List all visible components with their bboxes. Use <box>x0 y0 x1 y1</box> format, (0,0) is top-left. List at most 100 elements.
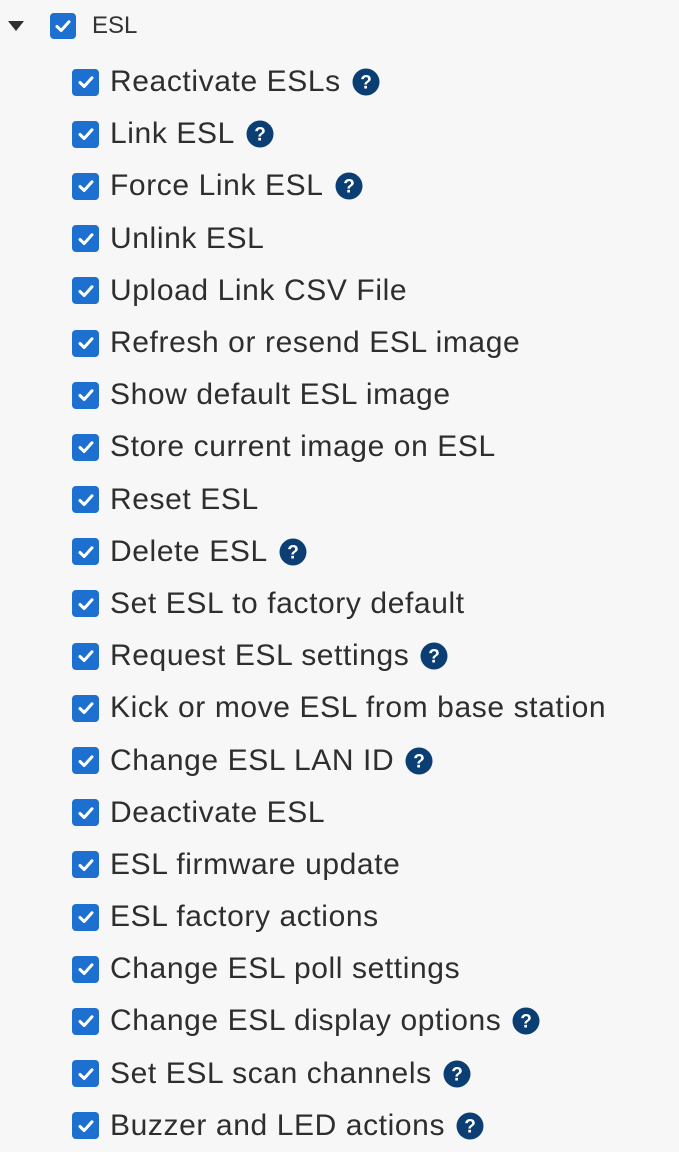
checkmark-icon <box>78 911 93 924</box>
permission-tree: ESL Reactivate ESLs? Link ESL? Force Link … <box>0 0 679 1141</box>
svg-text:?: ? <box>413 751 425 772</box>
question-circle-icon[interactable]: ? <box>278 537 308 567</box>
checkmark-icon <box>78 650 93 663</box>
permission-item-force-link-esl[interactable]: Force Link ESL? <box>72 160 679 212</box>
permission-checkbox[interactable] <box>72 955 99 983</box>
checkmark-icon <box>78 1015 93 1028</box>
checkmark-icon <box>78 337 93 350</box>
checkmark-icon <box>78 807 93 819</box>
permission-item-buzzer-and-led-actions[interactable]: Buzzer and LED actions? <box>72 1100 679 1152</box>
permission-checkbox[interactable] <box>72 172 99 200</box>
checkmark-icon <box>78 128 93 141</box>
question-circle-icon[interactable]: ? <box>404 746 434 776</box>
permission-label: Link ESL <box>110 117 235 151</box>
permission-checkbox[interactable] <box>72 903 99 931</box>
permission-checkbox[interactable] <box>72 433 99 461</box>
permission-checkbox[interactable] <box>72 1112 99 1140</box>
permission-label: Store current image on ESL <box>110 430 496 464</box>
permission-checkbox[interactable] <box>72 799 99 827</box>
permission-item-refresh-or-resend-esl-image[interactable]: Refresh or resend ESL image <box>72 317 679 369</box>
permission-label: Force Link ESL <box>110 169 324 203</box>
question-circle-icon[interactable]: ? <box>245 119 275 149</box>
question-circle-icon[interactable]: ? <box>334 171 364 201</box>
question-circle-icon[interactable]: ? <box>511 1006 541 1036</box>
permission-label: Change ESL poll settings <box>110 952 461 986</box>
checkmark-icon <box>78 285 93 297</box>
checkmark-icon <box>78 754 93 767</box>
tree-node-label: ESL <box>92 12 138 39</box>
permission-item-change-esl-display-options[interactable]: Change ESL display options? <box>72 995 679 1047</box>
question-circle-icon[interactable]: ? <box>442 1059 472 1089</box>
checkmark-icon <box>78 963 93 976</box>
permission-item-delete-esl[interactable]: Delete ESL? <box>72 526 679 578</box>
permission-label: Deactivate ESL <box>110 795 326 829</box>
permission-item-set-esl-to-factory-default[interactable]: Set ESL to factory default <box>72 578 679 630</box>
permission-checkbox[interactable] <box>72 329 99 357</box>
permission-checkbox[interactable] <box>72 486 99 514</box>
checkmark-icon <box>78 180 93 193</box>
permission-checkbox[interactable] <box>72 120 99 148</box>
checkmark-icon <box>78 232 93 245</box>
permission-item-upload-link-csv-file[interactable]: Upload Link CSV File <box>72 265 679 317</box>
permission-checkbox[interactable] <box>72 590 99 618</box>
tree-node-esl[interactable]: ESL <box>0 5 137 47</box>
permission-checkbox[interactable] <box>72 225 99 253</box>
permission-item-deactivate-esl[interactable]: Deactivate ESL <box>72 787 679 839</box>
esl-parent-checkbox[interactable] <box>50 13 76 39</box>
permission-label: Show default ESL image <box>110 378 451 412</box>
permission-checkbox[interactable] <box>72 851 99 879</box>
permission-label: Delete ESL <box>110 534 268 568</box>
permission-item-request-esl-settings[interactable]: Request ESL settings? <box>72 630 679 682</box>
permission-item-unlink-esl[interactable]: Unlink ESL <box>72 213 679 265</box>
svg-text:?: ? <box>254 125 266 146</box>
permission-item-store-current-image-on-esl[interactable]: Store current image on ESL <box>72 421 679 473</box>
permission-item-set-esl-scan-channels[interactable]: Set ESL scan channels? <box>72 1048 679 1100</box>
checkmark-icon <box>78 702 93 715</box>
permission-item-esl-factory-actions[interactable]: ESL factory actions <box>72 891 679 943</box>
permission-checkbox[interactable] <box>72 277 99 305</box>
permission-item-kick-or-move-esl-from-base-station[interactable]: Kick or move ESL from base station <box>72 682 679 734</box>
svg-text:?: ? <box>521 1012 533 1033</box>
permission-label: Buzzer and LED actions <box>110 1108 446 1142</box>
permission-checkbox[interactable] <box>72 1060 99 1088</box>
checkmark-icon <box>78 76 93 89</box>
permission-checkbox[interactable] <box>72 642 99 670</box>
permission-label: Reset ESL <box>110 482 259 516</box>
permission-label: ESL factory actions <box>110 900 379 934</box>
permission-checkbox[interactable] <box>72 68 99 96</box>
question-circle-icon[interactable]: ? <box>419 641 449 671</box>
permission-label: Set ESL scan channels <box>110 1056 432 1090</box>
checkmark-icon <box>78 598 93 610</box>
permission-label: Unlink ESL <box>110 221 265 255</box>
permission-checkbox[interactable] <box>72 747 99 775</box>
svg-text:?: ? <box>287 542 299 563</box>
permission-label: Request ESL settings <box>110 639 410 673</box>
permission-item-change-esl-lan-id[interactable]: Change ESL LAN ID? <box>72 734 679 786</box>
permission-label: ESL firmware update <box>110 847 401 881</box>
checkmark-icon <box>78 389 93 402</box>
permission-label: Set ESL to factory default <box>110 586 465 620</box>
permission-checkbox[interactable] <box>72 694 99 722</box>
permission-label: Upload Link CSV File <box>110 273 408 307</box>
checkmark-icon <box>78 546 93 558</box>
permission-list: Reactivate ESLs? Link ESL? Force Link ESL?… <box>72 56 679 1152</box>
question-circle-icon[interactable]: ? <box>455 1111 485 1141</box>
caret-down-icon[interactable] <box>8 21 24 31</box>
permission-checkbox[interactable] <box>72 538 99 566</box>
permission-item-esl-firmware-update[interactable]: ESL firmware update <box>72 839 679 891</box>
permission-item-reset-esl[interactable]: Reset ESL <box>72 474 679 526</box>
permission-item-link-esl[interactable]: Link ESL? <box>72 108 679 160</box>
svg-text:?: ? <box>429 647 441 668</box>
permission-label: Change ESL LAN ID <box>110 743 395 777</box>
svg-text:?: ? <box>451 1064 463 1085</box>
svg-text:?: ? <box>360 73 372 94</box>
permission-item-show-default-esl-image[interactable]: Show default ESL image <box>72 369 679 421</box>
checkmark-icon <box>78 859 93 871</box>
checkmark-icon <box>78 493 93 506</box>
permission-item-reactivate-esls[interactable]: Reactivate ESLs? <box>72 56 679 108</box>
question-circle-icon[interactable]: ? <box>351 67 381 97</box>
permission-label: Change ESL display options <box>110 1004 502 1038</box>
permission-item-change-esl-poll-settings[interactable]: Change ESL poll settings <box>72 943 679 995</box>
permission-checkbox[interactable] <box>72 381 99 409</box>
permission-checkbox[interactable] <box>72 1007 99 1035</box>
